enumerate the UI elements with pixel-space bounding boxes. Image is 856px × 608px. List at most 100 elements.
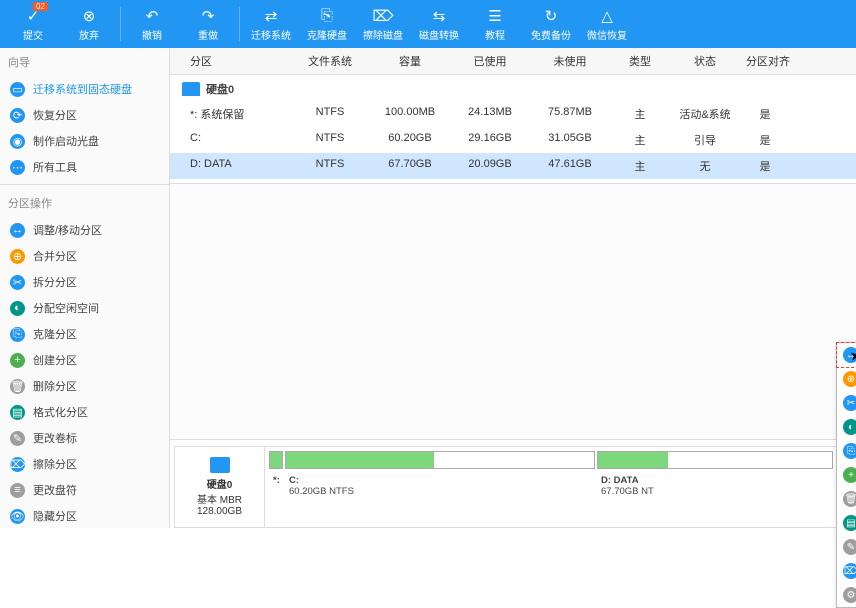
sidebar-item-创建分区[interactable]: +创建分区	[0, 347, 169, 373]
cell: 主	[610, 101, 670, 127]
克隆硬盘-icon: ⎘	[318, 7, 336, 25]
partition-label: *:	[269, 475, 283, 497]
sidebar-item-拆分分区[interactable]: ✂拆分分区	[0, 269, 169, 295]
sidebar-item-格式化分区[interactable]: ▤格式化分区	[0, 399, 169, 425]
放弃-icon: ⊗	[80, 7, 98, 25]
cell: 无	[670, 153, 740, 179]
删除分区-icon: 🗑	[10, 379, 25, 394]
分配空闲空间-icon: ◐	[10, 301, 25, 316]
迁移系统到固态硬盘-icon: ▭	[10, 82, 25, 97]
创建分区-icon: +	[10, 353, 25, 368]
commit-badge: 02	[33, 2, 48, 11]
col-header[interactable]: 文件系统	[290, 48, 370, 74]
更改盘符-icon: ≡	[10, 483, 25, 498]
cell: D: DATA	[170, 153, 290, 179]
partition-label: C:60.20GB NTFS	[285, 475, 595, 497]
partition-bar[interactable]	[285, 451, 595, 469]
menu-item-合并分区(G)[interactable]: ⊕合并分区(G)	[837, 367, 856, 391]
col-header[interactable]: 已使用	[450, 48, 530, 74]
toolbar-迁移系统[interactable]: ⇄迁移系统	[243, 2, 299, 46]
toolbar-擦除磁盘[interactable]: ⌦擦除磁盘	[355, 2, 411, 46]
partition-bar[interactable]	[597, 451, 833, 469]
partition-table: *: 系统保留NTFS100.00MB24.13MB75.87MB主活动&系统是…	[170, 101, 856, 179]
cell: 60.20GB	[370, 127, 450, 153]
cell: 是	[740, 101, 790, 127]
sidebar-item-合并分区[interactable]: ⊕合并分区	[0, 243, 169, 269]
sidebar-item-分配空闲空间[interactable]: ◐分配空闲空间	[0, 295, 169, 321]
sidebar-item-恢复分区[interactable]: ⟳恢复分区	[0, 102, 169, 128]
克隆分区-icon: ⎘	[10, 327, 25, 342]
格式化(F)-icon: ▤	[843, 515, 856, 531]
sidebar-ops-header: 分区操作	[0, 189, 169, 217]
menu-item-分配空闲空间(A)[interactable]: ◐分配空闲空间(A)	[837, 415, 856, 439]
高级操作(V)-icon: ⚙	[843, 587, 856, 603]
sidebar-item-删除分区[interactable]: 🗑删除分区	[0, 373, 169, 399]
menu-item-格式化(F)[interactable]: ▤格式化(F)	[837, 511, 856, 535]
隐藏分区-icon: 👁	[10, 509, 25, 524]
col-header[interactable]: 类型	[610, 48, 670, 74]
menu-item-删除分区(D)[interactable]: 🗑删除分区(D)	[837, 487, 856, 511]
重做-icon: ↷	[199, 7, 217, 25]
table-header: 分区文件系统容量已使用未使用类型状态分区对齐	[170, 48, 856, 75]
table-row[interactable]: D: DATANTFS67.70GB20.09GB47.61GB主无是	[170, 153, 856, 179]
toolbar-克隆硬盘[interactable]: ⎘克隆硬盘	[299, 2, 355, 46]
格式化分区-icon: ▤	[10, 405, 25, 420]
调整/移动分区-icon: ↔	[10, 223, 25, 238]
toolbar-重做[interactable]: ↷重做	[180, 2, 236, 46]
diskmap-name: 硬盘0	[207, 476, 233, 491]
col-header[interactable]: 容量	[370, 48, 450, 74]
menu-item-创建分区(C)[interactable]: +创建分区(C)	[837, 463, 856, 487]
擦除磁盘-icon: ⌦	[374, 7, 392, 25]
sidebar-item-迁移系统到固态硬盘[interactable]: ▭迁移系统到固态硬盘	[0, 76, 169, 102]
cell: 100.00MB	[370, 101, 450, 127]
disk-icon	[210, 457, 230, 473]
擦除分区(W)-icon: ⌦	[843, 563, 856, 579]
menu-item-拆分分区(S)[interactable]: ✂拆分分区(S)	[837, 391, 856, 415]
cell: 主	[610, 153, 670, 179]
sidebar-item-所有工具[interactable]: ⋯所有工具	[0, 154, 169, 180]
恢复分区-icon: ⟳	[10, 108, 25, 123]
diskmap-type: 基本 MBR	[197, 491, 242, 506]
cell: 引导	[670, 127, 740, 153]
sidebar-item-更改卷标[interactable]: ✎更改卷标	[0, 425, 169, 451]
menu-item-高级操作(V)[interactable]: ⚙高级操作(V)	[837, 583, 856, 607]
sidebar-item-更改盘符[interactable]: ≡更改盘符	[0, 477, 169, 503]
table-row[interactable]: *: 系统保留NTFS100.00MB24.13MB75.87MB主活动&系统是	[170, 101, 856, 127]
cell: 47.61GB	[530, 153, 610, 179]
sidebar-item-隐藏分区[interactable]: 👁隐藏分区	[0, 503, 169, 528]
toolbar-免费备份[interactable]: ↻免费备份	[523, 2, 579, 46]
col-header[interactable]: 分区	[170, 48, 290, 74]
撤销-icon: ↶	[143, 7, 161, 25]
toolbar-撤销[interactable]: ↶撤销	[124, 2, 180, 46]
disk-group-label[interactable]: 硬盘0	[170, 75, 856, 101]
partition-bar[interactable]	[269, 451, 283, 469]
cell: 31.05GB	[530, 127, 610, 153]
cell: 29.16GB	[450, 127, 530, 153]
toolbar-微信恢复[interactable]: △微信恢复	[579, 2, 635, 46]
sidebar-item-克隆分区[interactable]: ⎘克隆分区	[0, 321, 169, 347]
cell: 主	[610, 127, 670, 153]
sidebar-item-调整/移动分区[interactable]: ↔调整/移动分区	[0, 217, 169, 243]
menu-item-擦除分区(W)[interactable]: ⌦擦除分区(W)	[837, 559, 856, 583]
table-row[interactable]: C:NTFS60.20GB29.16GB31.05GB主引导是	[170, 127, 856, 153]
toolbar-磁盘转换[interactable]: ⇆磁盘转换	[411, 2, 467, 46]
sidebar-item-擦除分区[interactable]: ⌦擦除分区	[0, 451, 169, 477]
menu-item-设置卷标(H)[interactable]: ✎设置卷标(H)	[837, 535, 856, 559]
toolbar-放弃[interactable]: ⊗放弃	[61, 2, 117, 46]
sidebar-item-制作启动光盘[interactable]: ◉制作启动光盘	[0, 128, 169, 154]
disk-map: 硬盘0 基本 MBR 128.00GB *:C:60.20GB NTFSD: D…	[174, 446, 852, 528]
toolbar-教程[interactable]: ☰教程	[467, 2, 523, 46]
col-header[interactable]: 未使用	[530, 48, 610, 74]
拆分分区-icon: ✂	[10, 275, 25, 290]
cell: NTFS	[290, 101, 370, 127]
制作启动光盘-icon: ◉	[10, 134, 25, 149]
disk-name: 硬盘0	[206, 81, 234, 97]
cell: 活动&系统	[670, 101, 740, 127]
磁盘转换-icon: ⇆	[430, 7, 448, 25]
col-header[interactable]: 分区对齐	[740, 48, 790, 74]
创建分区(C)-icon: +	[843, 467, 856, 483]
menu-item-克隆分区(O)[interactable]: ⎘克隆分区(O)	[837, 439, 856, 463]
cell: *: 系统保留	[170, 101, 290, 127]
col-header[interactable]: 状态	[670, 48, 740, 74]
col-header[interactable]	[790, 48, 820, 74]
